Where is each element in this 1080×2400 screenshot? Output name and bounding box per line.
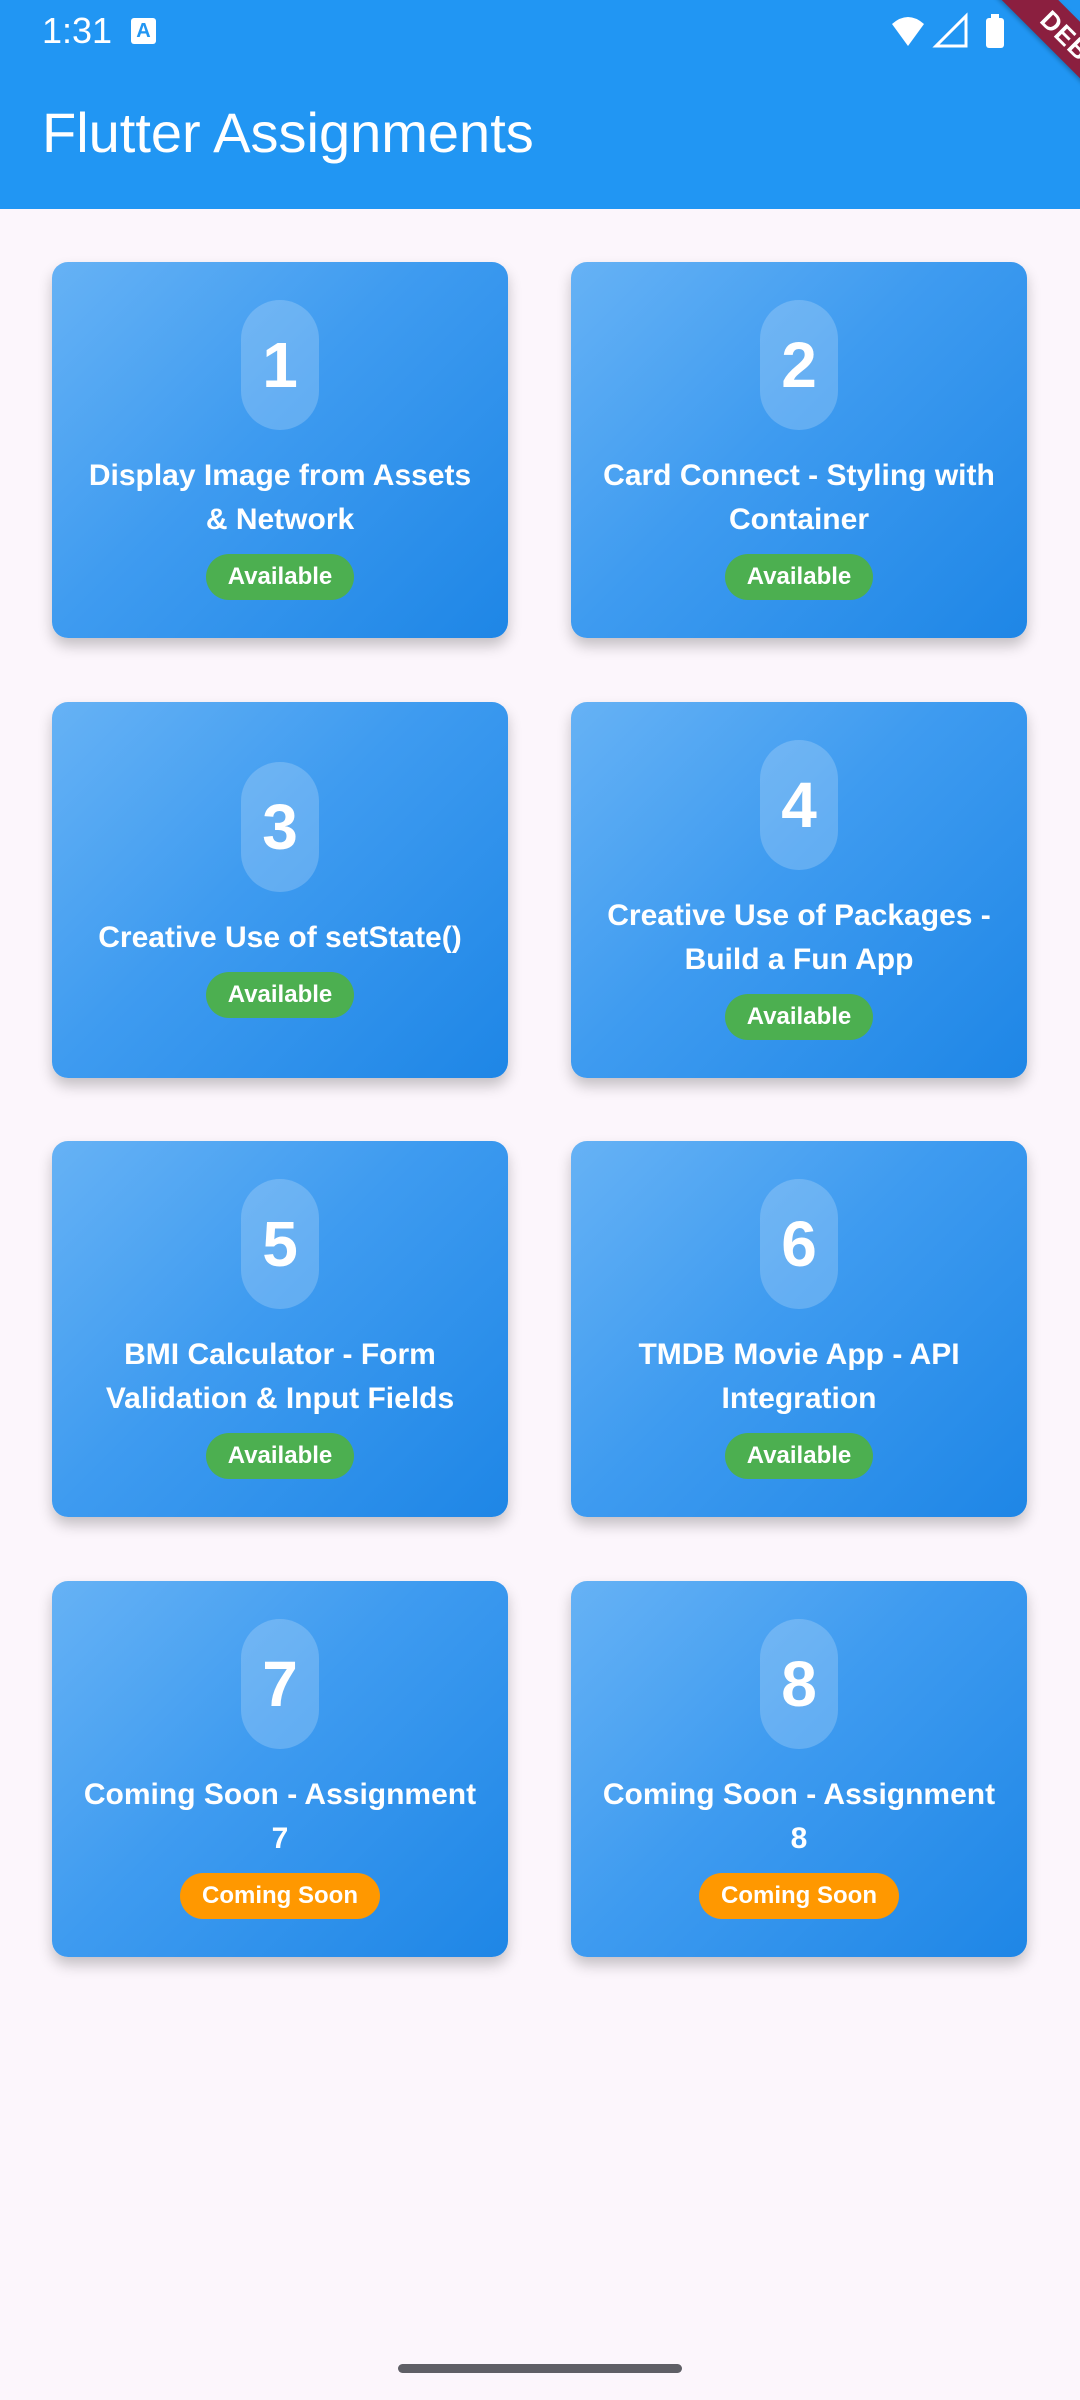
assignment-number: 3: [241, 762, 319, 892]
status-badge: Coming Soon: [180, 1873, 380, 1919]
assignment-title: Coming Soon - Assignment 7: [83, 1778, 477, 1855]
assignment-title: Creative Use of setState(): [98, 921, 462, 954]
assignment-card-6[interactable]: 6 TMDB Movie App - API Integration Avail…: [571, 1141, 1027, 1517]
assignment-number: 7: [241, 1619, 319, 1749]
assignment-card-8[interactable]: 8 Coming Soon - Assignment 8 Coming Soon: [571, 1581, 1027, 1957]
assignment-card-4[interactable]: 4 Creative Use of Packages - Build a Fun…: [571, 702, 1027, 1078]
status-badge: Available: [724, 554, 874, 600]
home-indicator[interactable]: [398, 2364, 682, 2373]
status-badge: Available: [724, 994, 874, 1040]
assignment-title: Display Image from Assets & Network: [88, 459, 472, 536]
assignment-number: 6: [760, 1179, 838, 1309]
assignment-number: 5: [241, 1179, 319, 1309]
assignment-number: 8: [760, 1619, 838, 1749]
assignment-title: Card Connect - Styling with Container: [603, 459, 995, 536]
assignment-title: TMDB Movie App - API Integration: [638, 1338, 960, 1415]
status-badge: Available: [724, 1433, 874, 1479]
status-badge: Available: [205, 1433, 355, 1479]
assignment-card-5[interactable]: 5 BMI Calculator - Form Validation & Inp…: [52, 1141, 508, 1517]
assignment-number: 2: [760, 300, 838, 430]
assignments-grid: 1 Display Image from Assets & Network Av…: [0, 0, 1080, 2400]
assignment-title: Creative Use of Packages - Build a Fun A…: [607, 899, 991, 976]
assignment-card-3[interactable]: 3 Creative Use of setState() Available: [52, 702, 508, 1078]
status-badge: Available: [205, 554, 355, 600]
assignment-card-2[interactable]: 2 Card Connect - Styling with Container …: [571, 262, 1027, 638]
assignment-card-1[interactable]: 1 Display Image from Assets & Network Av…: [52, 262, 508, 638]
status-badge: Available: [205, 972, 355, 1018]
assignment-number: 4: [760, 740, 838, 870]
assignment-title: Coming Soon - Assignment 8: [602, 1778, 996, 1855]
assignment-card-7[interactable]: 7 Coming Soon - Assignment 7 Coming Soon: [52, 1581, 508, 1957]
assignment-number: 1: [241, 300, 319, 430]
assignment-title: BMI Calculator - Form Validation & Input…: [105, 1338, 455, 1415]
status-badge: Coming Soon: [699, 1873, 899, 1919]
